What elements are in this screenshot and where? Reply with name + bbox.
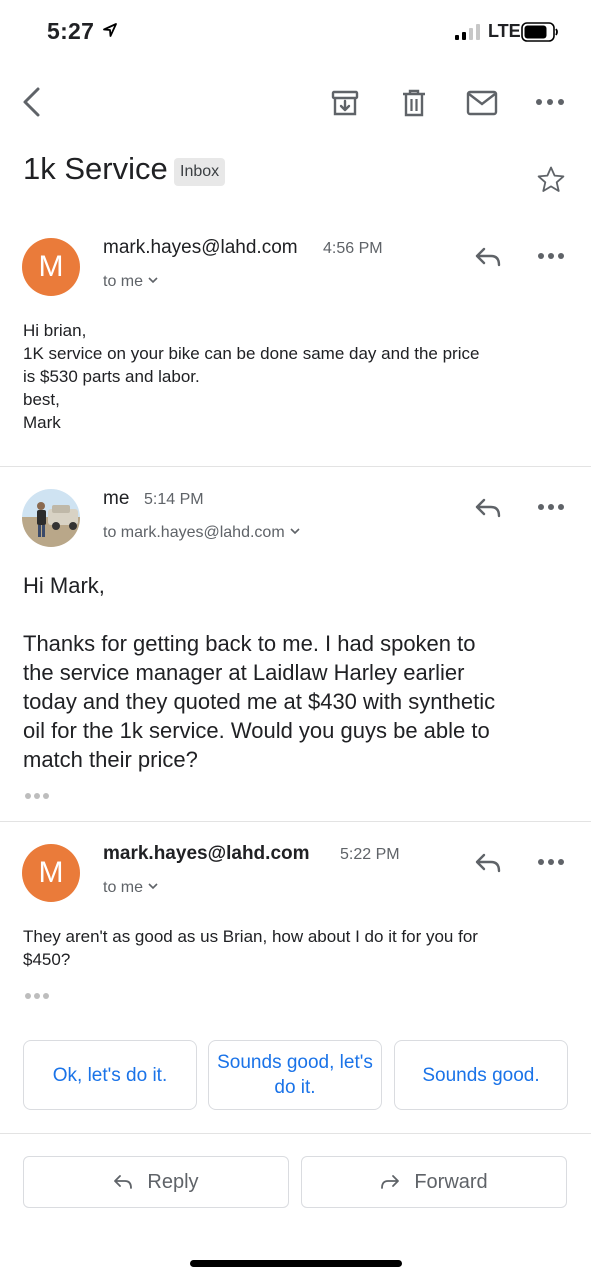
- carrier-label: LTE: [488, 21, 521, 41]
- reply-icon[interactable]: [474, 246, 502, 268]
- smart-reply-button[interactable]: Sounds good.: [394, 1040, 568, 1110]
- avatar[interactable]: [22, 489, 80, 547]
- more-icon[interactable]: [534, 92, 566, 112]
- toolbar: [0, 70, 591, 134]
- signal-icon: [455, 24, 480, 40]
- recipient-label: to mark.hayes@lahd.com: [103, 524, 285, 541]
- message-more-icon[interactable]: [537, 502, 565, 512]
- message-time: 4:56 PM: [323, 240, 383, 257]
- message-body: Hi brian, 1K service on your bike can be…: [23, 321, 480, 432]
- chevron-down-icon: [148, 883, 158, 890]
- recipient-details[interactable]: to me: [103, 879, 158, 897]
- subject-title: 1k Service: [23, 151, 168, 186]
- reply-button[interactable]: Reply: [23, 1156, 289, 1208]
- inbox-label-chip[interactable]: Inbox: [174, 158, 226, 186]
- message-more-icon[interactable]: [537, 251, 565, 261]
- recipient-details[interactable]: to mark.hayes@lahd.com: [103, 524, 300, 542]
- recipient-label: to me: [103, 879, 144, 896]
- reply-icon: [114, 1175, 133, 1189]
- status-time: 5:27: [47, 18, 95, 44]
- message-body: They aren't as good as us Brian, how abo…: [23, 927, 478, 969]
- message-time: 5:14 PM: [144, 491, 204, 508]
- show-trimmed-content-icon[interactable]: [24, 792, 50, 800]
- divider: [0, 1133, 591, 1134]
- smart-reply-button[interactable]: Ok, let's do it.: [23, 1040, 197, 1110]
- reply-icon[interactable]: [474, 852, 502, 874]
- forward-icon: [381, 1175, 400, 1189]
- divider: [0, 821, 591, 822]
- mail-icon[interactable]: [466, 90, 498, 116]
- reply-label: Reply: [147, 1170, 199, 1193]
- smart-reply-button[interactable]: Sounds good, let's do it.: [208, 1040, 382, 1110]
- forward-button[interactable]: Forward: [301, 1156, 567, 1208]
- sender-name[interactable]: mark.hayes@lahd.com: [103, 843, 310, 865]
- message-body: Hi Mark, Thanks for getting back to me. …: [23, 573, 496, 772]
- status-bar: 5:27 LTE: [0, 0, 591, 62]
- sender-name[interactable]: me: [103, 488, 129, 510]
- sender-name[interactable]: mark.hayes@lahd.com: [103, 237, 298, 259]
- location-arrow-icon: [103, 23, 117, 37]
- archive-icon[interactable]: [330, 88, 360, 118]
- back-icon[interactable]: [18, 86, 48, 118]
- chevron-down-icon: [148, 277, 158, 284]
- forward-label: Forward: [414, 1170, 488, 1193]
- star-icon[interactable]: [536, 165, 566, 195]
- trash-icon[interactable]: [400, 88, 428, 118]
- avatar[interactable]: M: [22, 844, 80, 902]
- show-trimmed-content-icon[interactable]: [24, 992, 50, 1000]
- message-more-icon[interactable]: [537, 857, 565, 867]
- profile-photo-icon: [22, 489, 80, 547]
- recipient-details[interactable]: to me: [103, 273, 158, 291]
- divider: [0, 466, 591, 467]
- message-time: 5:22 PM: [340, 846, 400, 863]
- reply-icon[interactable]: [474, 497, 502, 519]
- home-indicator: [190, 1260, 402, 1267]
- battery-icon: [521, 22, 558, 42]
- recipient-label: to me: [103, 273, 144, 290]
- avatar[interactable]: M: [22, 238, 80, 296]
- chevron-down-icon: [290, 528, 300, 535]
